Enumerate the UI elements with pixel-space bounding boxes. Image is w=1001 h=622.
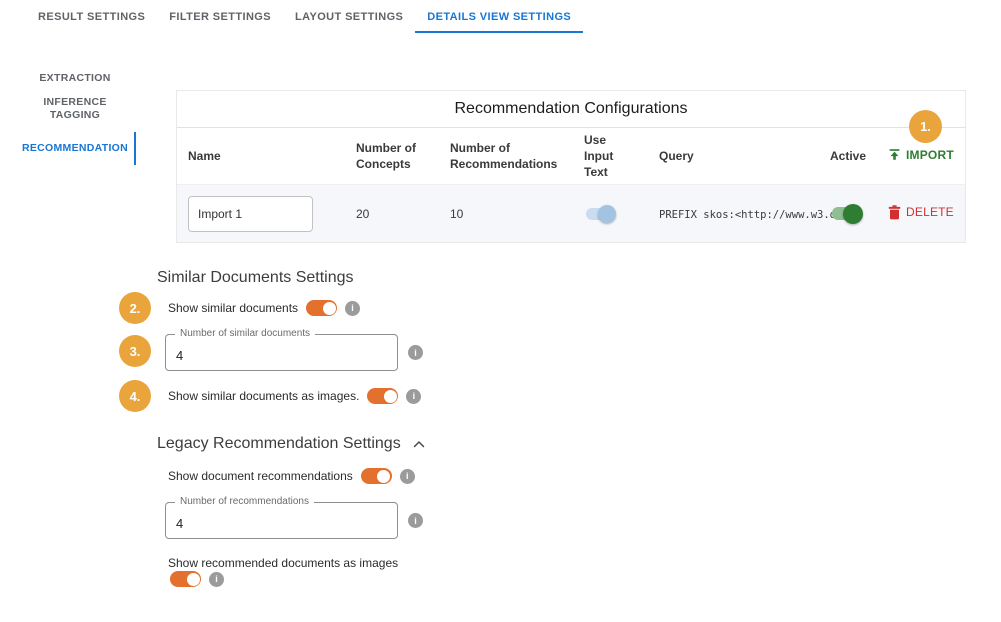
show-recommended-as-images-toggle[interactable] (170, 571, 201, 587)
annotation-step-3: 3. (119, 335, 151, 367)
row-cell-use-input-text (573, 204, 648, 224)
show-similar-as-images-row: Show similar documents as images. i (168, 388, 421, 404)
show-similar-as-images-label: Show similar documents as images. (168, 389, 359, 403)
collapse-section-button[interactable] (411, 438, 427, 450)
column-header-name: Name (177, 148, 345, 164)
show-similar-documents-toggle[interactable] (306, 300, 337, 316)
number-of-similar-documents-field: Number of similar documents (165, 334, 398, 371)
show-recommended-as-images-row: i (170, 571, 224, 587)
toggle-knob (843, 204, 863, 224)
row-cell-active (819, 204, 883, 224)
delete-button[interactable]: DELETE (888, 205, 954, 220)
annotation-step-4: 4. (119, 380, 151, 412)
settings-tab-bar: RESULT SETTINGS FILTER SETTINGS LAYOUT S… (26, 0, 583, 33)
tab-filter-settings[interactable]: FILTER SETTINGS (157, 0, 283, 33)
tab-details-view-settings[interactable]: DETAILS VIEW SETTINGS (415, 0, 583, 33)
show-document-recommendations-toggle[interactable] (361, 468, 392, 484)
number-of-similar-documents-input[interactable] (166, 335, 397, 370)
row-cell-number-of-concepts: 20 (345, 207, 439, 221)
sidebar-item-label: INFERENCE TAGGING (29, 96, 121, 122)
info-icon[interactable]: i (209, 572, 224, 587)
row-cell-number-of-recommendations: 10 (439, 207, 573, 221)
legacy-recommendation-heading: Legacy Recommendation Settings (157, 435, 427, 453)
row-cell-actions: DELETE (883, 205, 965, 223)
card-title: Recommendation Configurations (177, 91, 965, 128)
sidebar-item-extraction[interactable]: EXTRACTION (0, 72, 150, 85)
info-icon[interactable]: i (406, 389, 421, 404)
info-icon[interactable]: i (408, 345, 423, 360)
similar-documents-heading: Similar Documents Settings (157, 269, 354, 287)
trash-icon (888, 205, 901, 220)
row-cell-name (177, 196, 345, 232)
table-header-row: Name Number of Concepts Number of Recomm… (177, 128, 965, 185)
annotation-step-1: 1. (909, 110, 942, 143)
column-header-number-of-recommendations: Number of Recommendations (439, 140, 573, 172)
sidebar-item-inference-tagging[interactable]: INFERENCE TAGGING (0, 96, 150, 122)
number-of-recommendations-field: Number of recommendations (165, 502, 398, 539)
number-of-recommendations-input[interactable] (166, 503, 397, 538)
delete-button-label: DELETE (906, 205, 954, 219)
upload-icon (888, 148, 901, 161)
import-button-label: IMPORT (906, 148, 954, 162)
show-document-recommendations-row: Show document recommendations i (168, 468, 415, 484)
info-icon[interactable]: i (400, 469, 415, 484)
sidebar-item-recommendation[interactable]: RECOMMENDATION (0, 142, 150, 155)
tab-layout-settings[interactable]: LAYOUT SETTINGS (283, 0, 415, 33)
sidebar-active-indicator (134, 132, 136, 165)
show-document-recommendations-label: Show document recommendations (168, 469, 353, 483)
show-recommended-as-images-label: Show recommended documents as images (168, 556, 398, 570)
toggle-knob (384, 390, 397, 403)
row-cell-query: PREFIX skos:<http://www.w3.org (648, 207, 819, 221)
toggle-knob (187, 573, 200, 586)
import-button[interactable]: IMPORT (888, 148, 954, 162)
config-name-input[interactable] (188, 196, 313, 232)
info-icon[interactable]: i (345, 301, 360, 316)
show-similar-documents-label: Show similar documents (168, 301, 298, 315)
column-header-use-input-text: Use Input Text (573, 132, 648, 180)
column-header-active: Active (819, 148, 883, 164)
use-input-text-toggle[interactable] (581, 204, 619, 224)
legacy-heading-label: Legacy Recommendation Settings (157, 435, 401, 453)
show-similar-as-images-toggle[interactable] (367, 388, 398, 404)
toggle-knob (598, 205, 616, 223)
toggle-knob (323, 302, 336, 315)
column-header-number-of-concepts: Number of Concepts (345, 140, 439, 172)
chevron-up-icon (413, 440, 425, 448)
active-toggle[interactable] (827, 204, 865, 224)
toggle-knob (377, 470, 390, 483)
tab-result-settings[interactable]: RESULT SETTINGS (26, 0, 157, 33)
annotation-step-2: 2. (119, 292, 151, 324)
column-header-query: Query (648, 148, 819, 164)
info-icon[interactable]: i (408, 513, 423, 528)
show-similar-documents-row: Show similar documents i (168, 300, 360, 316)
column-header-import: IMPORT (883, 148, 965, 165)
recommendation-configurations-card: Recommendation Configurations Name Numbe… (176, 90, 966, 243)
table-row: 20 10 PREFIX skos:<http://www.w3.org DEL… (177, 185, 965, 242)
